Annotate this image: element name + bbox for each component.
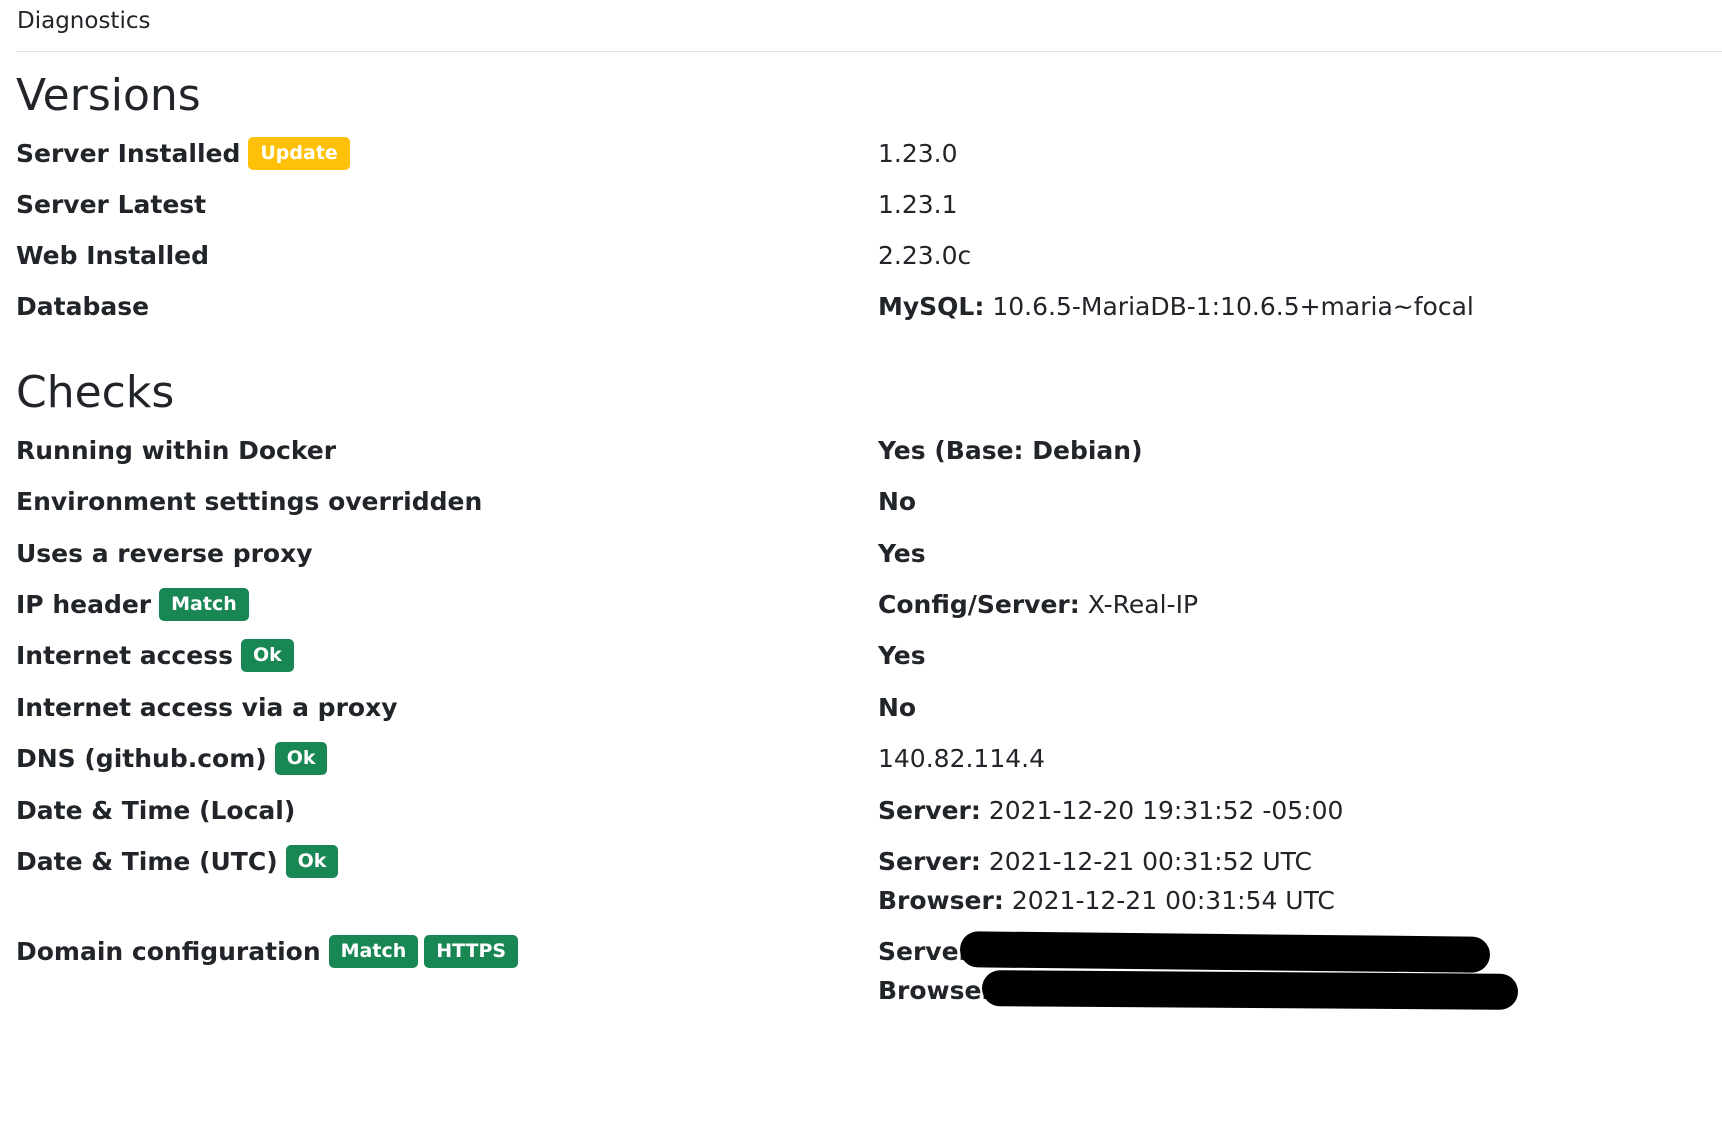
datetime-utc-ok-badge: Ok bbox=[285, 844, 339, 878]
env-overridden-value: No bbox=[878, 486, 917, 516]
versions-heading: Versions bbox=[16, 70, 201, 121]
row-datetime-utc: Date & Time (UTC) Ok Server: 2021-12-21 … bbox=[16, 841, 1722, 881]
datetime-utc-server-value: Server: 2021-12-21 00:31:52 UTC bbox=[878, 841, 1312, 881]
database-label: Database bbox=[16, 291, 150, 321]
reverse-proxy-value: Yes bbox=[878, 538, 926, 568]
datetime-local-value: Server: 2021-12-20 19:31:52 -05:00 bbox=[878, 790, 1343, 830]
row-datetime-utc-browser: Browser: 2021-12-21 00:31:54 UTC bbox=[16, 880, 1722, 920]
ip-header-match-badge: Match bbox=[159, 587, 249, 621]
row-dns: DNS (github.com) Ok 140.82.114.4 bbox=[16, 738, 1722, 778]
row-reverse-proxy: Uses a reverse proxy Yes bbox=[16, 533, 1722, 573]
running-docker-label: Running within Docker bbox=[16, 435, 337, 465]
dns-ok-badge: Ok bbox=[274, 741, 328, 775]
running-docker-value: Yes (Base: Debian) bbox=[878, 435, 1143, 465]
datetime-local-key: Server: bbox=[878, 795, 981, 825]
database-type: MySQL: bbox=[878, 291, 985, 321]
redaction-browser bbox=[981, 970, 1519, 1010]
row-database: Database MySQL: 10.6.5-MariaDB-1:10.6.5+… bbox=[16, 286, 1722, 326]
database-version: 10.6.5-MariaDB-1:10.6.5+maria~focal bbox=[992, 291, 1474, 321]
env-overridden-label: Environment settings overridden bbox=[16, 486, 483, 516]
ip-header-value: Config/Server: X-Real-IP bbox=[878, 584, 1198, 624]
row-server-latest: Server Latest 1.23.1 bbox=[16, 184, 1722, 224]
row-web-installed: Web Installed 2.23.0c bbox=[16, 235, 1722, 275]
row-internet-proxy: Internet access via a proxy No bbox=[16, 687, 1722, 727]
diagnostics-page: Diagnostics Versions Server Installed Up… bbox=[0, 0, 1722, 1137]
redaction-server bbox=[959, 931, 1491, 973]
server-latest-value: 1.23.1 bbox=[878, 189, 958, 219]
datetime-utc-browser-value: Browser: 2021-12-21 00:31:54 UTC bbox=[878, 880, 1335, 920]
ip-header-setting: X-Real-IP bbox=[1087, 589, 1199, 619]
ip-header-key: Config/Server: bbox=[878, 589, 1080, 619]
domain-config-label: Domain configuration bbox=[16, 936, 321, 966]
row-server-installed: Server Installed Update 1.23.0 bbox=[16, 133, 1722, 173]
datetime-local-server: 2021-12-20 19:31:52 -05:00 bbox=[988, 795, 1344, 825]
breadcrumb: Diagnostics bbox=[16, 0, 1722, 52]
internet-proxy-label: Internet access via a proxy bbox=[16, 692, 398, 722]
row-datetime-local: Date & Time (Local) Server: 2021-12-20 1… bbox=[16, 790, 1722, 830]
dns-value: 140.82.114.4 bbox=[878, 743, 1045, 773]
datetime-local-label: Date & Time (Local) bbox=[16, 795, 296, 825]
datetime-utc-label: Date & Time (UTC) bbox=[16, 846, 278, 876]
row-internet-access: Internet access Ok Yes bbox=[16, 635, 1722, 675]
domain-https-badge: HTTPS bbox=[424, 934, 519, 968]
web-installed-value: 2.23.0c bbox=[878, 240, 972, 270]
server-installed-value: 1.23.0 bbox=[878, 138, 958, 168]
datetime-utc-server-key: Server: bbox=[878, 846, 981, 876]
reverse-proxy-label: Uses a reverse proxy bbox=[16, 538, 313, 568]
checks-heading: Checks bbox=[16, 367, 175, 418]
domain-match-badge: Match bbox=[328, 934, 419, 968]
server-installed-label: Server Installed bbox=[16, 138, 241, 168]
breadcrumb-title: Diagnostics bbox=[17, 8, 151, 34]
dns-label: DNS (github.com) bbox=[16, 743, 267, 773]
web-installed-label: Web Installed bbox=[16, 240, 210, 270]
update-badge[interactable]: Update bbox=[248, 136, 350, 170]
row-env-overridden: Environment settings overridden No bbox=[16, 481, 1722, 521]
datetime-utc-browser-key: Browser: bbox=[878, 885, 1004, 915]
ip-header-label: IP header bbox=[16, 589, 152, 619]
internet-access-value: Yes bbox=[878, 640, 926, 670]
row-running-docker: Running within Docker Yes (Base: Debian) bbox=[16, 430, 1722, 470]
database-value: MySQL: 10.6.5-MariaDB-1:10.6.5+maria~foc… bbox=[878, 286, 1474, 326]
row-ip-header: IP header Match Config/Server: X-Real-IP bbox=[16, 584, 1722, 624]
internet-access-label: Internet access bbox=[16, 640, 233, 670]
datetime-utc-server: 2021-12-21 00:31:52 UTC bbox=[988, 846, 1312, 876]
internet-access-ok-badge: Ok bbox=[240, 638, 294, 672]
internet-proxy-value: No bbox=[878, 692, 917, 722]
datetime-utc-browser: 2021-12-21 00:31:54 UTC bbox=[1011, 885, 1335, 915]
server-latest-label: Server Latest bbox=[16, 189, 207, 219]
